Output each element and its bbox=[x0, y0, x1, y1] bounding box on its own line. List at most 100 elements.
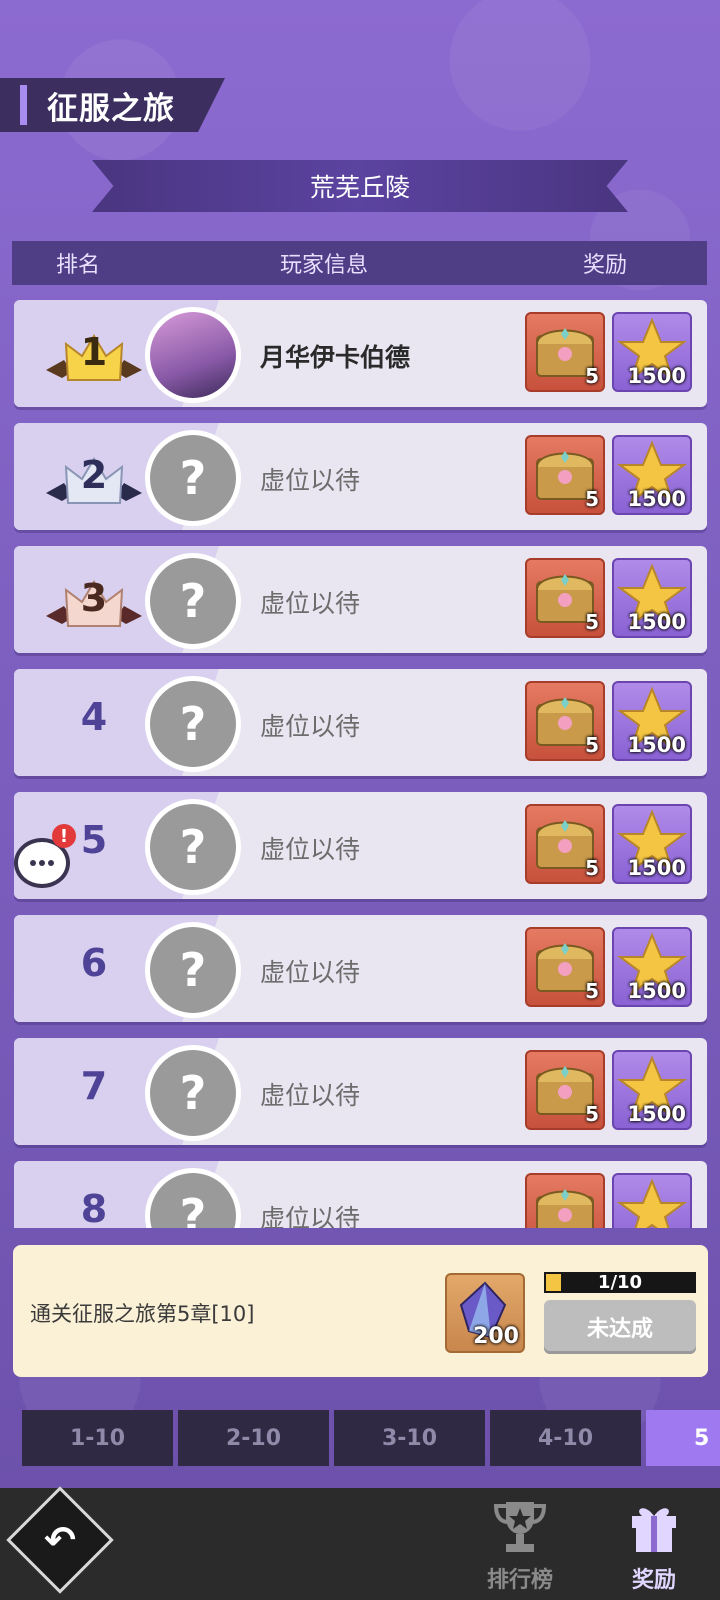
star-reward-icon[interactable]: 1500 bbox=[612, 558, 692, 638]
task-status-button[interactable]: 未达成 bbox=[544, 1300, 696, 1354]
chest-reward-icon[interactable]: 5 bbox=[525, 804, 605, 884]
ranking-row-1[interactable]: 1 月华伊卡伯德 5 1500 bbox=[14, 300, 707, 407]
back-arrow-icon: ↶ bbox=[44, 1518, 76, 1562]
rank-number: 7 bbox=[80, 1064, 108, 1108]
player-name: 虚位以待 bbox=[260, 712, 361, 741]
chest-reward-icon[interactable]: 5 bbox=[525, 927, 605, 1007]
header-player: 玩家信息 bbox=[280, 253, 369, 278]
star-reward-icon[interactable]: 1500 bbox=[612, 312, 692, 392]
title-banner: 征服之旅 bbox=[0, 78, 225, 132]
chat-alert-badge: ! bbox=[52, 824, 76, 848]
chest-reward-icon[interactable]: 5 bbox=[525, 435, 605, 515]
nav-rewards[interactable]: 奖励 bbox=[609, 1496, 699, 1594]
back-button[interactable]: ↶ bbox=[6, 1486, 114, 1594]
reward-quantity: 1500 bbox=[627, 733, 686, 757]
ranking-row-4[interactable]: 4 ? 虚位以待 5 1500 bbox=[14, 669, 707, 776]
rank-number: 4 bbox=[80, 695, 108, 739]
nav-rewards-label: 奖励 bbox=[631, 1568, 676, 1593]
reward-quantity: 5 bbox=[585, 610, 599, 634]
bottom-nav: ↶ 排行榜 奖励 bbox=[0, 1486, 720, 1600]
reward-quantity: 5 bbox=[585, 979, 599, 1003]
player-name: 虚位以待 bbox=[260, 1081, 361, 1110]
chest-reward-icon[interactable]: 5 bbox=[525, 558, 605, 638]
reward-quantity: 1500 bbox=[627, 610, 686, 634]
rank-number: 3 bbox=[80, 576, 108, 620]
reward-quantity: 1500 bbox=[627, 856, 686, 880]
nav-ranking[interactable]: 排行榜 bbox=[475, 1496, 565, 1594]
placeholder-avatar-icon: ? bbox=[150, 804, 236, 890]
range-tab-5[interactable]: 5 bbox=[646, 1410, 720, 1466]
chest-reward-icon[interactable] bbox=[525, 1173, 605, 1228]
reward-quantity: 5 bbox=[585, 364, 599, 388]
placeholder-avatar-icon: ? bbox=[150, 558, 236, 644]
header-rank: 排名 bbox=[56, 253, 101, 278]
crystal-reward-icon[interactable]: 200 bbox=[445, 1273, 525, 1353]
avatar[interactable]: ? bbox=[145, 553, 241, 649]
ranking-row-3[interactable]: 3 ? 虚位以待 5 1500 bbox=[14, 546, 707, 653]
avatar[interactable]: ? bbox=[145, 799, 241, 895]
trophy-icon bbox=[493, 1502, 547, 1552]
avatar[interactable]: ? bbox=[145, 1045, 241, 1141]
chest-reward-icon[interactable]: 5 bbox=[525, 681, 605, 761]
chest-reward-icon[interactable]: 5 bbox=[525, 1050, 605, 1130]
task-progress-text: 1/10 bbox=[597, 1272, 643, 1293]
reward-quantity: 200 bbox=[473, 1324, 519, 1349]
page-title: 征服之旅 bbox=[47, 90, 175, 127]
placeholder-avatar-icon: ? bbox=[150, 1173, 236, 1228]
nav-ranking-label: 排行榜 bbox=[486, 1568, 553, 1593]
star-reward-icon[interactable]: 1500 bbox=[612, 804, 692, 884]
reward-quantity: 1500 bbox=[627, 1102, 686, 1126]
avatar[interactable]: ? bbox=[145, 676, 241, 772]
player-name: 虚位以待 bbox=[260, 1204, 361, 1228]
task-description: 通关征服之旅第5章[10] bbox=[30, 1302, 255, 1326]
reward-quantity: 5 bbox=[585, 733, 599, 757]
avatar[interactable] bbox=[145, 307, 241, 403]
reward-quantity: 1500 bbox=[627, 364, 686, 388]
star-reward-icon[interactable] bbox=[612, 1173, 692, 1228]
range-tab-1[interactable]: 1-10 bbox=[22, 1410, 173, 1466]
reward-quantity: 5 bbox=[585, 856, 599, 880]
rank-number: 6 bbox=[80, 941, 108, 985]
star-icon bbox=[616, 1178, 688, 1228]
rank-number: 2 bbox=[80, 453, 108, 497]
task-panel: 通关征服之旅第5章[10] 200 1/10 未达成 bbox=[13, 1245, 708, 1377]
ranking-row-6[interactable]: 6 ? 虚位以待 5 1500 bbox=[14, 915, 707, 1022]
placeholder-avatar-icon: ? bbox=[150, 435, 236, 521]
reward-quantity: 5 bbox=[585, 487, 599, 511]
range-tab-2[interactable]: 2-10 bbox=[178, 1410, 329, 1466]
reward-quantity: 1500 bbox=[627, 979, 686, 1003]
chest-reward-icon[interactable]: 5 bbox=[525, 312, 605, 392]
star-reward-icon[interactable]: 1500 bbox=[612, 927, 692, 1007]
rank-number: 1 bbox=[80, 330, 108, 374]
ranking-row-5[interactable]: 5 ? 虚位以待 5 1500 bbox=[14, 792, 707, 899]
avatar[interactable]: ? bbox=[145, 430, 241, 526]
avatar-image bbox=[150, 312, 236, 398]
title-accent bbox=[20, 85, 27, 125]
avatar[interactable]: ? bbox=[145, 922, 241, 1018]
rank-number: 8 bbox=[80, 1187, 108, 1228]
placeholder-avatar-icon: ? bbox=[150, 927, 236, 1013]
task-progress-bar: 1/10 bbox=[544, 1272, 696, 1293]
player-name: 月华伊卡伯德 bbox=[260, 343, 411, 372]
player-name: 虚位以待 bbox=[260, 466, 361, 495]
placeholder-avatar-icon: ? bbox=[150, 1050, 236, 1136]
player-name: 虚位以待 bbox=[260, 835, 361, 864]
ranking-row-7[interactable]: 7 ? 虚位以待 5 1500 bbox=[14, 1038, 707, 1145]
header-reward: 奖励 bbox=[583, 253, 628, 278]
gift-icon bbox=[632, 1508, 676, 1552]
list-header: 排名 玩家信息 奖励 bbox=[12, 241, 707, 285]
player-name: 虚位以待 bbox=[260, 958, 361, 987]
range-tabs: 1-10 2-10 3-10 4-10 5 bbox=[22, 1410, 720, 1466]
ranking-row-8[interactable]: 8 ? 虚位以待 bbox=[14, 1161, 707, 1228]
reward-quantity: 1500 bbox=[627, 487, 686, 511]
range-tab-3[interactable]: 3-10 bbox=[334, 1410, 485, 1466]
star-reward-icon[interactable]: 1500 bbox=[612, 1050, 692, 1130]
ranking-row-2[interactable]: 2 ? 虚位以待 5 1500 bbox=[14, 423, 707, 530]
player-name: 虚位以待 bbox=[260, 589, 361, 618]
star-reward-icon[interactable]: 1500 bbox=[612, 435, 692, 515]
range-tab-4[interactable]: 4-10 bbox=[490, 1410, 641, 1466]
chest-icon bbox=[536, 1189, 594, 1228]
stage-name: 荒芜丘陵 bbox=[309, 173, 410, 202]
ranking-list[interactable]: 1 月华伊卡伯德 5 1500 2 ? 虚位以待 5 1500 3 ? 虚位以待… bbox=[0, 300, 720, 1228]
star-reward-icon[interactable]: 1500 bbox=[612, 681, 692, 761]
